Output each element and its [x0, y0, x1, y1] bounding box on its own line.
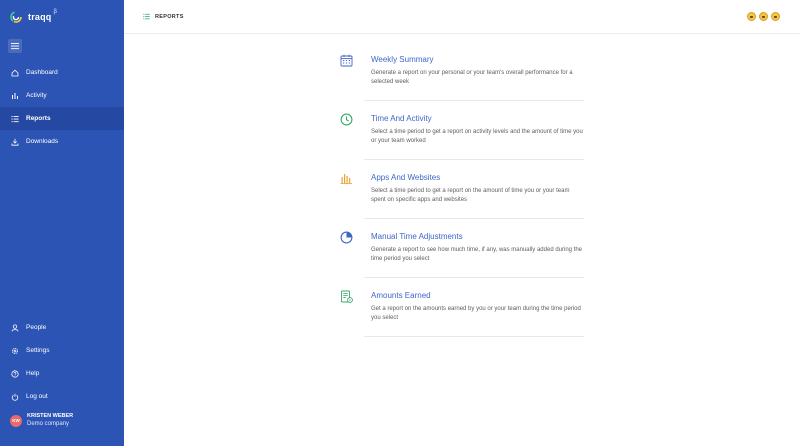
user-company: Demo company	[27, 421, 70, 427]
traqq-logo-icon	[10, 11, 22, 23]
report-title-link[interactable]: Amounts Earned	[371, 291, 431, 300]
sidebar: traqq β Dashboard Activity Reports Downl…	[0, 0, 124, 446]
avatar: KW	[10, 414, 22, 427]
divider	[364, 277, 584, 278]
sidebar-item-settings[interactable]: Settings	[0, 339, 124, 362]
mood-selector	[747, 12, 780, 21]
sidebar-item-label: Log out	[26, 393, 48, 400]
document-money-icon	[340, 290, 353, 303]
report-description: Generate a report to see how much time, …	[371, 247, 583, 263]
sidebar-item-label: Dashboard	[26, 69, 58, 76]
list-icon	[11, 115, 19, 123]
divider	[364, 100, 584, 101]
bars-icon	[340, 172, 353, 185]
user-info: KRISTEN WEBER Demo company	[27, 412, 73, 429]
download-icon	[11, 138, 19, 146]
report-description: Generate a report on your personal or yo…	[371, 70, 573, 86]
report-apps-and-websites: Apps And Websites Select a time period t…	[340, 172, 584, 231]
clock-icon	[340, 113, 353, 126]
report-weekly-summary: Weekly Summary Generate a report on your…	[340, 54, 584, 113]
calendar-icon	[340, 54, 353, 67]
sidebar-item-dashboard[interactable]: Dashboard	[0, 61, 124, 84]
report-title-link[interactable]: Weekly Summary	[371, 55, 434, 64]
report-title-link[interactable]: Time And Activity	[371, 114, 432, 123]
face-icon[interactable]	[747, 12, 756, 21]
pie-icon	[340, 231, 353, 244]
report-manual-time-adjustments: Manual Time Adjustments Generate a repor…	[340, 231, 584, 290]
user-profile[interactable]: KW KRISTEN WEBER Demo company	[10, 412, 73, 429]
sidebar-item-activity[interactable]: Activity	[0, 84, 124, 107]
sidebar-nav-secondary: People Settings Help Log out	[0, 316, 124, 408]
sidebar-item-label: Settings	[26, 347, 50, 354]
report-title-link[interactable]: Manual Time Adjustments	[371, 232, 463, 241]
sidebar-item-label: Activity	[26, 92, 47, 99]
sidebar-item-reports[interactable]: Reports	[0, 107, 124, 130]
divider	[364, 159, 584, 160]
sidebar-item-label: People	[26, 324, 47, 331]
menu-toggle-button[interactable]	[8, 39, 22, 53]
gear-icon	[11, 347, 19, 355]
brand[interactable]: traqq β	[10, 9, 57, 24]
hamburger-icon	[11, 43, 19, 50]
user-name: KRISTEN WEBER	[27, 413, 74, 419]
beta-badge: β	[53, 9, 57, 15]
sidebar-item-downloads[interactable]: Downloads	[0, 130, 124, 153]
app-name: traqq	[28, 12, 52, 22]
help-icon	[11, 369, 19, 378]
report-title-link[interactable]: Apps And Websites	[371, 173, 440, 182]
face-icon[interactable]	[771, 12, 780, 21]
page-title: REPORTS	[143, 13, 184, 20]
report-description: Select a time period to get a report on …	[371, 188, 570, 204]
top-bar: REPORTS	[124, 0, 800, 34]
divider	[364, 218, 584, 219]
bar-chart-icon	[11, 92, 19, 100]
home-icon	[11, 69, 19, 77]
sidebar-nav-main: Dashboard Activity Reports Downloads	[0, 61, 124, 153]
report-description: Get a report on the amounts earned by yo…	[371, 306, 581, 322]
sidebar-item-label: Downloads	[26, 138, 59, 145]
person-icon	[11, 323, 19, 332]
sidebar-item-label: Reports	[26, 115, 51, 122]
sidebar-item-logout[interactable]: Log out	[0, 385, 124, 408]
list-icon	[143, 13, 150, 20]
report-description: Select a time period to get a report on …	[371, 129, 583, 145]
page-title-text: REPORTS	[155, 13, 184, 20]
power-icon	[11, 393, 19, 401]
report-amounts-earned: Amounts Earned Get a report on the amoun…	[340, 290, 584, 349]
sidebar-item-label: Help	[26, 370, 40, 377]
report-time-and-activity: Time And Activity Select a time period t…	[340, 113, 584, 172]
sidebar-item-help[interactable]: Help	[0, 362, 124, 385]
divider	[364, 336, 584, 337]
sidebar-item-people[interactable]: People	[0, 316, 124, 339]
face-icon[interactable]	[759, 12, 768, 21]
